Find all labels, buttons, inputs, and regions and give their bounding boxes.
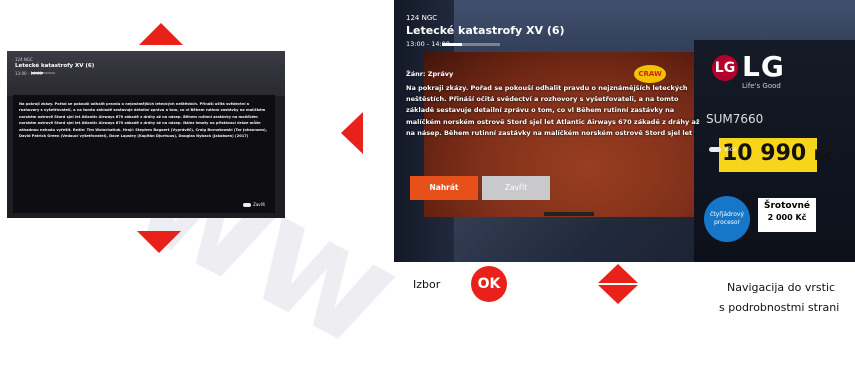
small-tv-screen: 124 NGC Letecké katastrofy XV (6) 13:00 …	[7, 51, 285, 218]
background-strip	[7, 51, 285, 96]
more-button[interactable]: Více	[709, 146, 737, 153]
nav-line-1: Navigacija do vrstic	[727, 281, 836, 294]
price-value: 10 990 Kč	[722, 141, 834, 166]
tv-stand	[544, 212, 594, 216]
arrow-left-icon	[341, 112, 363, 154]
navigation-legend: Navigacija do vrstic s podrobnostmi stra…	[719, 278, 839, 318]
more-label: Více	[724, 146, 737, 153]
channel-label: 124 NGC	[15, 57, 33, 62]
arrow-down-icon	[137, 231, 181, 253]
toggle-icon	[243, 202, 252, 207]
lg-logo-icon: LG	[712, 55, 738, 81]
large-tv-photo: LG LG Life's Good SUM7660 10 990 Kč čtyř…	[394, 0, 855, 262]
up-down-arrow-icon	[598, 264, 638, 304]
model-number: SUM7660	[706, 112, 764, 126]
processor-badge: čtyřjádrový procesor	[704, 196, 750, 242]
close-label: Zavřít	[253, 202, 265, 207]
record-button[interactable]: Nahrát	[410, 176, 478, 200]
craw-badge: CRAW	[634, 65, 666, 83]
progress-bar	[442, 43, 500, 46]
toggle-icon	[709, 147, 721, 152]
select-label: Izbor	[413, 278, 441, 291]
close-button[interactable]: Zavřít	[482, 176, 550, 200]
channel-label: 124 NGC	[406, 14, 438, 22]
program-description: Na pokraji zkázy. Pořad se pokouší odhal…	[406, 84, 700, 137]
progress-bar	[31, 72, 55, 74]
ok-button-icon: OK	[471, 266, 507, 302]
brand-slogan: Life's Good	[742, 82, 781, 90]
program-title: Letecké katastrofy XV (6)	[15, 63, 95, 69]
close-button[interactable]: Zavřít	[243, 202, 265, 207]
scrappage-sign: Šrotovné 2 000 Kč	[758, 198, 816, 232]
detail-panel: Na pokraji zkázy. Pořad se pokouší odhal…	[13, 95, 275, 213]
program-description: Na pokraji zkázy. Pořad se pokouší odhal…	[19, 102, 268, 139]
nav-line-2: s podrobnostmi strani	[719, 301, 840, 314]
brand-text: LG	[742, 50, 785, 83]
program-title: Letecké katastrofy XV (6)	[406, 24, 565, 37]
arrow-up-icon	[139, 23, 183, 45]
program-genre: Žánr: Zprávy	[406, 70, 454, 78]
